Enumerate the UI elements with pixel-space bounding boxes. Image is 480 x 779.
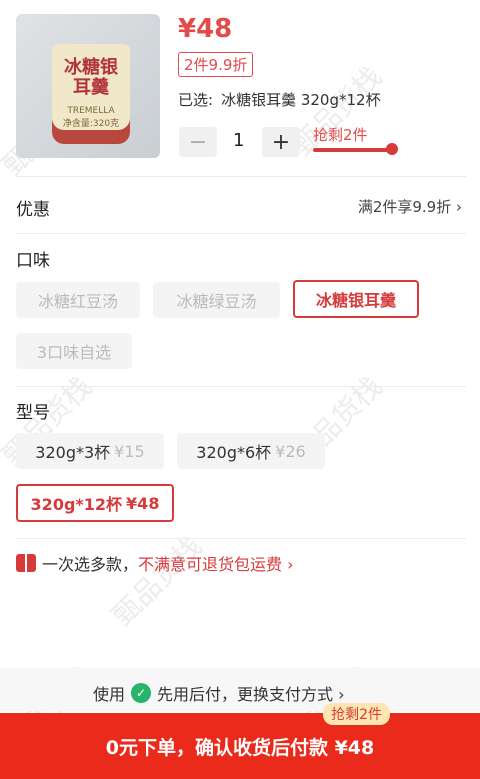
pay-method-link[interactable]: 使用 ✓ 先用后付，更换支付方式 › — [93, 681, 345, 705]
discount-info-link[interactable]: 满2件享9.9折 › — [358, 196, 462, 217]
flavor-option-selected[interactable]: 冰糖银耳羹 — [293, 280, 419, 318]
product-image[interactable]: 冰糖银耳羹 TREMELLA 净含量:320克 — [16, 14, 160, 158]
divider — [16, 386, 466, 387]
flavor-option[interactable]: 冰糖红豆汤 — [16, 282, 140, 318]
divider — [16, 538, 466, 539]
checkout-button[interactable]: 0元下单，确认收货后付款 ¥48 — [0, 713, 480, 779]
watermark: 甄品货栈 — [105, 529, 209, 633]
model-option[interactable]: 320g*6杯 ¥26 — [177, 433, 325, 469]
discount-title: 优惠 — [16, 200, 50, 220]
pay-later-icon: ✓ — [131, 683, 152, 703]
divider — [16, 176, 466, 177]
model-option[interactable]: 320g*3杯 ¥15 — [16, 433, 164, 469]
divider — [16, 233, 466, 234]
selected-value: 冰糖银耳羹 320g*12杯 — [221, 91, 381, 109]
selected-spec: 已选: 冰糖银耳羹 320g*12杯 — [178, 89, 389, 110]
pay-prefix: 使用 — [93, 685, 126, 704]
quantity-minus-button[interactable]: − — [179, 127, 217, 157]
selected-label: 已选: — [178, 91, 214, 109]
quantity-plus-button[interactable]: + — [262, 127, 300, 157]
quantity-value[interactable]: 1 — [233, 130, 244, 151]
model-option-price: ¥48 — [126, 493, 160, 513]
promo-tag: 2件9.9折 — [178, 52, 254, 77]
stock-progress-bar — [313, 148, 389, 152]
model-option-price: ¥26 — [275, 441, 306, 461]
flavor-title: 口味 — [16, 251, 50, 271]
return-guarantee[interactable]: 一次选多款， 不满意可退货包运费 › — [16, 551, 294, 575]
product-price: ¥48 — [178, 14, 233, 44]
model-option-selected[interactable]: 320g*12杯 ¥48 — [16, 484, 174, 522]
stock-badge: 抢剩2件 — [323, 703, 390, 725]
product-image-subtitle: TREMELLA 净含量:320克 — [62, 106, 120, 129]
guarantee-highlight: 不满意可退货包运费 › — [138, 555, 294, 574]
model-option-label: 320g*3杯 — [35, 443, 111, 462]
product-image-title: 冰糖银耳羹 — [64, 57, 118, 98]
gift-icon — [16, 554, 36, 572]
flavor-option[interactable]: 冰糖绿豆汤 — [153, 282, 280, 318]
clock-icon — [386, 143, 398, 155]
model-option-price: ¥15 — [114, 441, 145, 461]
stock-remaining-label: 抢剩2件 — [313, 126, 368, 144]
guarantee-text: 一次选多款， — [42, 555, 139, 574]
model-title: 型号 — [16, 403, 50, 423]
model-option-label: 320g*6杯 — [196, 443, 272, 462]
flavor-option[interactable]: 3口味自选 — [16, 333, 132, 369]
model-option-label: 320g*12杯 — [30, 495, 123, 514]
pay-method-text: 先用后付，更换支付方式 › — [157, 685, 345, 704]
